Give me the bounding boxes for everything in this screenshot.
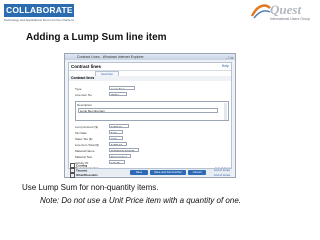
list-link-3[interactable]: List of Lines [214,173,230,177]
tax-rate-field[interactable]: 5.00 [109,130,123,134]
quest-logo-word: Quest [270,2,302,17]
line-item-label: Line item No [75,93,92,97]
save-add-another-button[interactable]: Save and Add Another [150,170,186,175]
collaborate-logo: COLLABORATE 11 Technology and Applicatio… [4,4,74,28]
material-test-field[interactable]: Material Test [109,154,131,158]
collaborate-logo-word: COLLABORATE 11 [4,4,74,28]
description-box: Description Lump Sum line item [75,101,229,121]
quest-logo-sub: International Users Group [270,17,311,21]
panel-header: Contract lines Help [69,63,231,71]
activity-field[interactable]: 123.45 [109,160,125,164]
contract-lines-window: Contract Lines - Windows Internet Explor… [64,53,236,178]
quest-logo: Quest International Users Group [250,2,318,24]
save-button[interactable]: Save [130,170,148,175]
description-scrollbar[interactable] [224,103,227,120]
material-test-label: Material Test [75,155,92,159]
tax-rate-label: Tax Rate [75,131,87,135]
tab-goal-line[interactable]: Goal line [95,71,119,76]
line-item-field[interactable]: 00001 [109,92,127,96]
panel-title: Contract lines [71,64,102,69]
collaborate-logo-tagline: Technology and Applications Forum for th… [4,18,74,22]
material-name-label: Material Name [75,149,95,153]
contract-lines-panel: Contract lines Help Goal line Contract l… [68,62,232,176]
note-line-1: Use Lump Sum for non-quantity items. [22,183,159,192]
other-discounts-item[interactable]: Other/Discounts [70,173,98,178]
checkbox-icon[interactable] [70,173,75,178]
tenants-label: Tenants [76,168,88,173]
tab-row: Goal line [69,71,231,76]
sales-tax-label: Sales Tax ($) [75,137,93,141]
line-total-label: Line Item Total ($) [75,143,99,147]
slide-title: Adding a Lump Sum line item [26,32,167,43]
list-link-2[interactable]: List of Lines [214,168,230,172]
section-label: Contract lines [69,76,231,81]
window-title: Contract Lines - Windows Internet Explor… [77,55,144,59]
description-field[interactable]: Lump Sum line item [78,108,218,113]
help-link[interactable]: Help [222,63,229,70]
lump-amount-label: Lump Amount ($) [75,125,99,129]
lump-amount-field[interactable]: 6,876.04 [109,124,129,128]
window-titlebar: Contract Lines - Windows Internet Explor… [65,54,235,60]
cancel-button[interactable]: Cancel [188,170,206,175]
sales-tax-field[interactable]: 0.00 [109,136,123,140]
type-select[interactable]: Lump Sum [109,86,135,90]
costing-label: Costing [76,163,88,168]
type-label: Type [75,87,82,91]
quest-swoosh-icon [250,4,271,19]
other-discounts-label: Other/Discounts [76,173,98,178]
line-total-field: 6,876.04 [109,142,127,146]
note-line-2: Note: Do not use a Unit Price item with … [40,196,241,205]
material-name-field[interactable]: MATERIALSNAME [109,148,139,152]
window-controls[interactable]: - □ x [226,55,233,61]
